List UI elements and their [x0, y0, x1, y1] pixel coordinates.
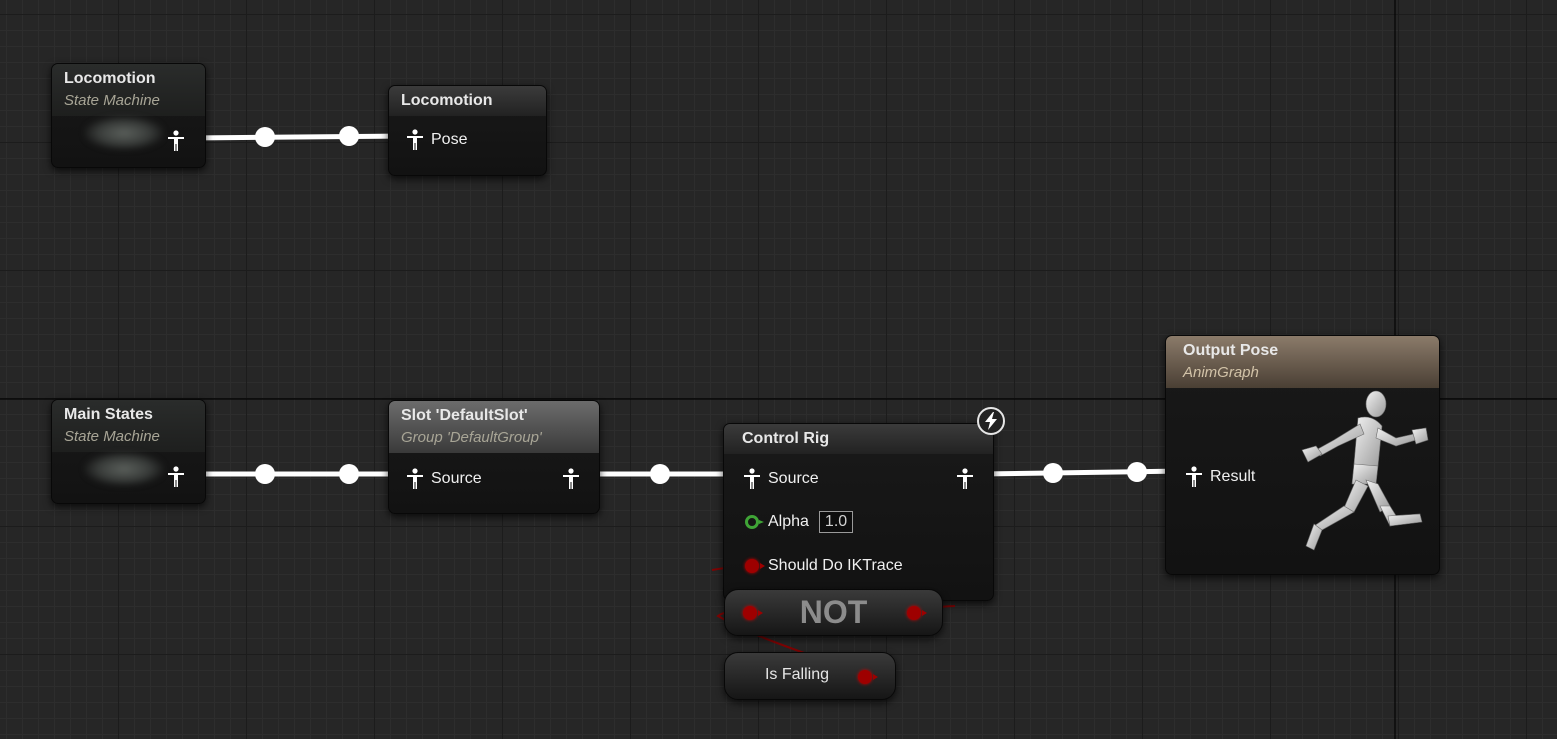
node-title: Locomotion	[401, 92, 493, 109]
locomotion-state-machine-node[interactable]: Locomotion State Machine	[51, 63, 206, 168]
node-header: Output Pose AnimGraph	[1166, 336, 1439, 388]
wire-locomotion-to-pose[interactable]	[187, 133, 408, 141]
pose-pin-icon	[742, 468, 762, 490]
node-header: Slot 'DefaultSlot' Group 'DefaultGroup'	[389, 401, 599, 453]
pin-label: Source	[768, 470, 819, 487]
alpha-value-input[interactable]: 1.0	[818, 511, 854, 533]
input-source-pin[interactable]: Source	[405, 468, 482, 490]
input-alpha-pin[interactable]: Alpha 1.0	[742, 511, 854, 533]
wire-knot[interactable]	[1043, 463, 1063, 483]
bool-output-pin[interactable]	[858, 670, 878, 684]
locomotion-node[interactable]: Locomotion Pose	[388, 85, 547, 176]
output-pose-pin[interactable]	[166, 466, 192, 488]
float-pin-icon	[742, 511, 764, 533]
node-subtitle: AnimGraph	[1183, 364, 1259, 381]
node-title: Control Rig	[742, 430, 830, 447]
pose-pin-icon	[561, 468, 581, 490]
pin-label: Should Do IKTrace	[768, 557, 903, 574]
pose-pin-icon	[166, 466, 186, 488]
input-source-pin[interactable]: Source	[742, 468, 819, 490]
node-subtitle: State Machine	[64, 428, 160, 445]
pin-label: Result	[1210, 468, 1256, 485]
state-machine-preview	[84, 116, 164, 150]
node-subtitle: State Machine	[64, 92, 160, 109]
output-pose-pin[interactable]	[955, 468, 981, 490]
input-result-pin[interactable]: Result	[1184, 466, 1255, 488]
lightning-icon[interactable]	[977, 407, 1005, 435]
wire-knot[interactable]	[1127, 462, 1147, 482]
node-subtitle: Group 'DefaultGroup'	[401, 429, 542, 446]
slot-default-node[interactable]: Slot 'DefaultSlot' Group 'DefaultGroup' …	[388, 400, 600, 514]
is-falling-label: Is Falling	[764, 666, 830, 683]
input-should-do-iktrace-pin[interactable]: Should Do IKTrace	[742, 555, 903, 577]
wire-knot[interactable]	[650, 464, 670, 484]
wire-knot[interactable]	[255, 127, 275, 147]
pin-label: Alpha	[768, 513, 809, 530]
bool-pin-icon	[742, 555, 765, 577]
node-title: Locomotion	[64, 70, 156, 87]
not-node[interactable]: NOT	[724, 589, 943, 636]
node-title: Slot 'DefaultSlot'	[401, 407, 528, 424]
node-header: Control Rig	[724, 424, 993, 454]
state-machine-preview	[84, 452, 164, 486]
wire-knot[interactable]	[255, 464, 275, 484]
node-header: Locomotion State Machine	[52, 64, 205, 116]
output-pose-pin[interactable]	[166, 130, 192, 152]
output-pose-pin[interactable]	[561, 468, 587, 490]
node-title: Output Pose	[1183, 342, 1279, 359]
pin-label: Source	[431, 470, 482, 487]
node-header: Main States State Machine	[52, 400, 205, 452]
bool-output-pin[interactable]	[907, 606, 927, 620]
pose-pin-icon	[166, 130, 186, 152]
pose-pin-icon	[405, 129, 425, 151]
wire-knot[interactable]	[339, 464, 359, 484]
pin-label: Pose	[431, 131, 468, 148]
mannequin-icon	[1301, 390, 1429, 551]
wire-controlrig-to-output[interactable]	[977, 468, 1185, 477]
is-falling-node[interactable]: Is Falling	[724, 652, 896, 700]
wire-knot[interactable]	[339, 126, 359, 146]
node-title: Main States	[64, 406, 153, 423]
pose-pin-icon	[1184, 466, 1204, 488]
input-pose-pin[interactable]: Pose	[405, 129, 467, 151]
pose-pin-icon	[405, 468, 425, 490]
pose-pin-icon	[955, 468, 975, 490]
main-states-state-machine-node[interactable]: Main States State Machine	[51, 399, 206, 504]
node-header: Locomotion	[389, 86, 546, 116]
control-rig-node[interactable]: Control Rig Source Alpha 1.0 Should Do I…	[723, 423, 994, 601]
